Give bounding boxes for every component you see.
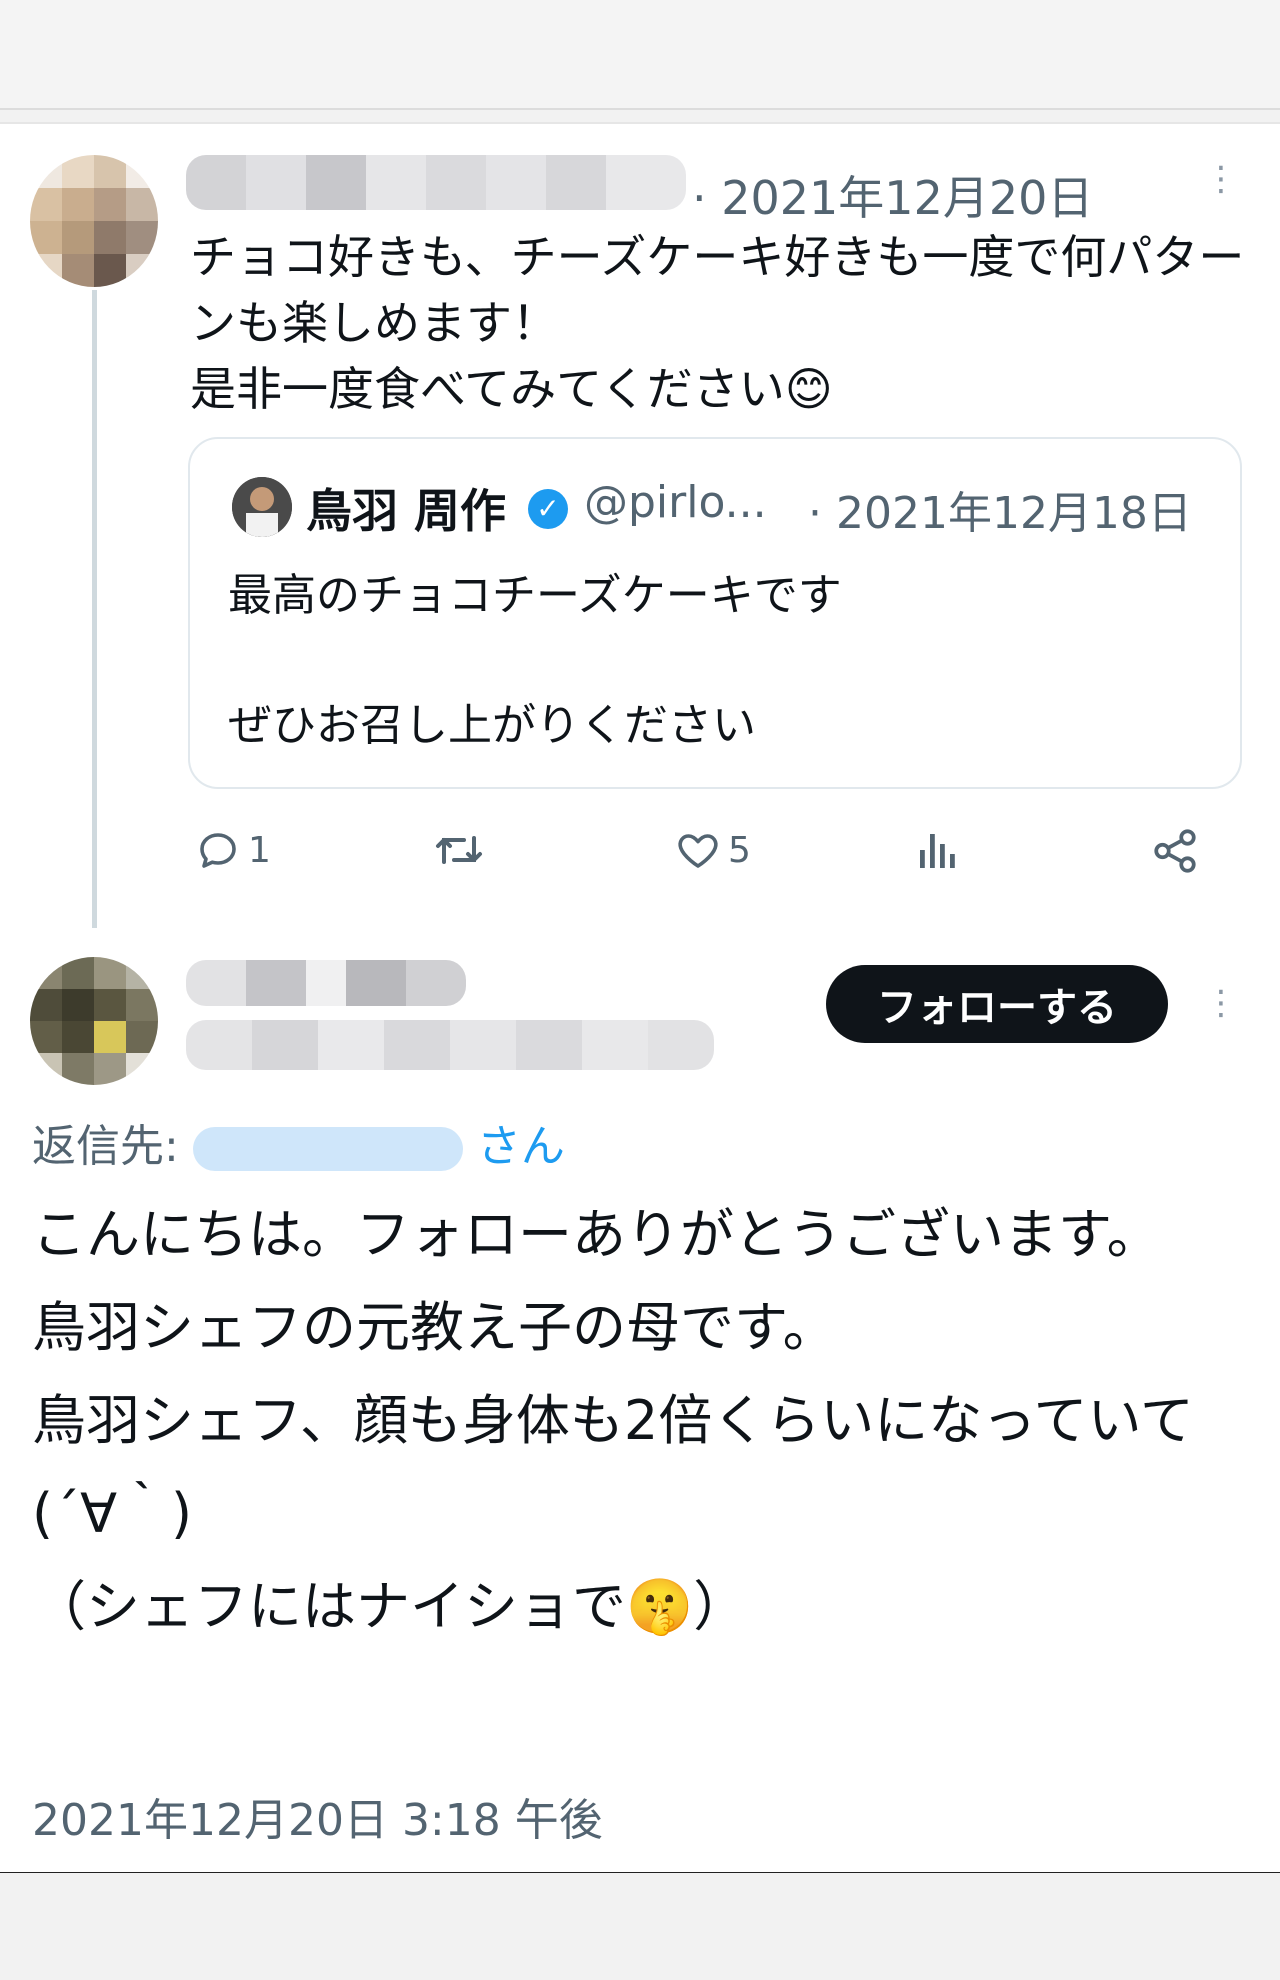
blurred-reply-to-user[interactable] bbox=[192, 1127, 463, 1171]
reply-to-label: 返信先: bbox=[32, 1121, 179, 1172]
quoted-user-avatar bbox=[232, 477, 292, 537]
quoted-tweet-text-line1: 最高のチョコチーズケーキです bbox=[228, 570, 842, 621]
blurred-reply-username bbox=[186, 960, 466, 1006]
reply-count: 1 bbox=[248, 829, 271, 871]
verified-badge-icon: ✓ bbox=[528, 489, 568, 529]
views-button[interactable] bbox=[914, 826, 960, 874]
share-button[interactable] bbox=[1150, 826, 1200, 876]
bottom-area bbox=[0, 1873, 1280, 1980]
reply-user-avatar-blurred[interactable] bbox=[30, 957, 158, 1085]
quoted-user-handle: @pirlo... bbox=[584, 477, 767, 528]
like-count: 5 bbox=[728, 829, 751, 871]
blurred-username bbox=[186, 155, 686, 210]
retweet-icon bbox=[432, 826, 486, 874]
reply-to-suffix[interactable]: さん bbox=[477, 1121, 565, 1172]
reply-timestamp[interactable]: 2021年12月20日 3:18 午後 bbox=[32, 1784, 603, 1848]
blurred-reply-handle bbox=[186, 1020, 714, 1070]
more-vertical-icon[interactable]: ⋮ bbox=[1204, 162, 1238, 196]
views-icon bbox=[914, 826, 960, 874]
like-icon bbox=[674, 826, 722, 874]
retweet-button[interactable] bbox=[432, 826, 492, 874]
quoted-user-name: 鳥羽 周作 bbox=[306, 484, 507, 538]
more-vertical-icon[interactable]: ⋮ bbox=[1204, 986, 1238, 1020]
share-icon bbox=[1150, 826, 1200, 876]
quoted-tweet-text-line2: ぜひお召し上がりください bbox=[228, 700, 756, 751]
thread-connector-line bbox=[92, 290, 97, 928]
reply-icon bbox=[194, 826, 242, 874]
quoted-tweet-date: · 2021年12月18日 bbox=[808, 488, 1192, 539]
follow-button[interactable]: フォローする bbox=[826, 965, 1168, 1043]
reply-to-line: 返信先: さん bbox=[32, 1110, 565, 1174]
reply-button[interactable]: 1 bbox=[194, 826, 271, 874]
tweet-date[interactable]: · 2021年12月20日 bbox=[692, 162, 1093, 228]
tweet-text: チョコ好きも、チーズケーキ好きも一度で何パターンも楽しめます！ 是非一度食べてみ… bbox=[190, 230, 1245, 416]
top-status-area bbox=[0, 0, 1280, 110]
user-avatar-blurred[interactable] bbox=[30, 155, 158, 287]
like-button[interactable]: 5 bbox=[674, 826, 751, 874]
reply-tweet-text: こんにちは。フォローありがとうございます。 鳥羽シェフの元教え子の母です。 鳥羽… bbox=[32, 1203, 1194, 1638]
quoted-tweet[interactable]: 鳥羽 周作 ✓ @pirlo... · 2021年12月18日 最高のチョコチー… bbox=[188, 437, 1242, 789]
